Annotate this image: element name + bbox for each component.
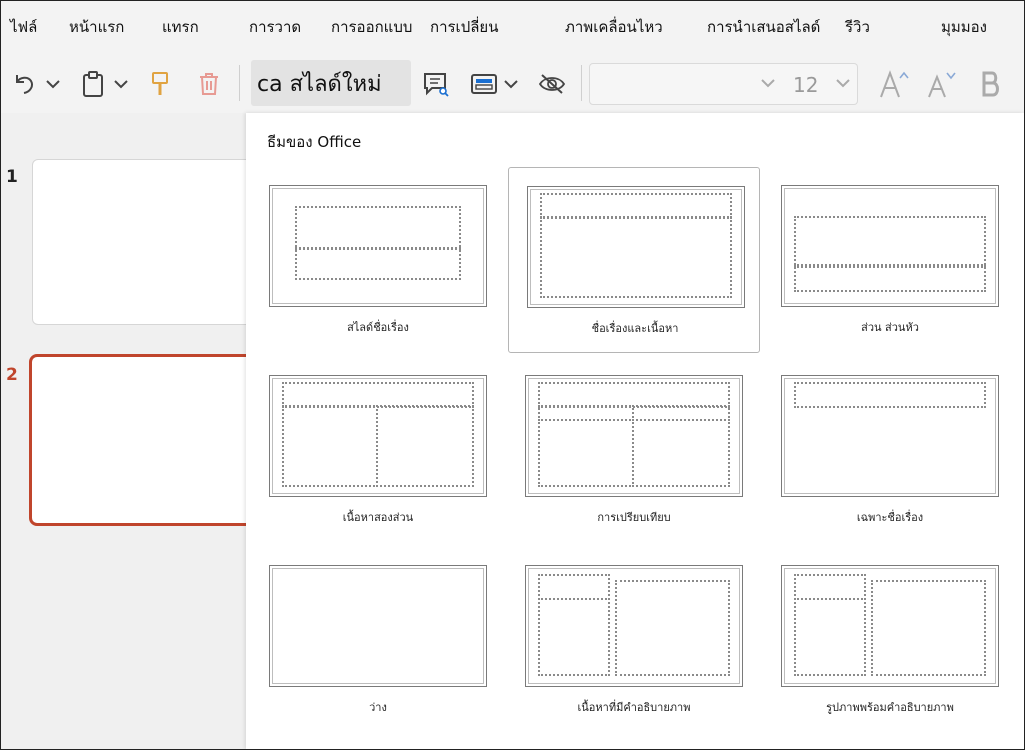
bold-icon [982, 71, 999, 97]
layout-blank[interactable]: ว่าง [269, 547, 522, 733]
increase-font-button[interactable] [877, 67, 911, 101]
toolbar-separator [581, 65, 582, 101]
layout-title-slide[interactable]: สไลด์ชื่อเรื่อง [269, 167, 522, 353]
layout-label: เนื้อหาสองส่วน [342, 511, 414, 524]
layout-gallery-dropdown: ธีมของ Office สไลด์ชื่อเรื่อง ชื่อเรื่อง… [246, 113, 1024, 749]
chevron-down-icon [761, 79, 775, 88]
layout-preview [781, 185, 999, 307]
increase-font-size-icon [880, 70, 909, 98]
trash-icon [200, 73, 218, 95]
undo-icon [16, 75, 34, 94]
format-painter-button[interactable] [147, 69, 173, 99]
placeholder-content-left [282, 405, 378, 487]
layout-label: การเปรียบเทียบ [597, 511, 671, 524]
layout-label: ส่วน ส่วนหัว [861, 321, 919, 334]
new-slide-label: ca สไลด์ใหม่ [257, 71, 382, 97]
layout-preview [269, 565, 487, 687]
menu-animations[interactable]: ภาพเคลื่อนไหว [565, 15, 663, 39]
paste-dropdown[interactable] [111, 73, 131, 95]
menu-slideshow[interactable]: การนำเสนอสไลด์ [707, 15, 820, 39]
layout-preview [269, 185, 487, 307]
placeholder-picture [871, 580, 986, 676]
format-painter-icon [152, 72, 168, 95]
hide-slide-button[interactable] [537, 69, 567, 99]
layout-button[interactable] [469, 69, 499, 99]
new-slide-button[interactable]: ca สไลด์ใหม่ [251, 60, 411, 106]
placeholder-title [295, 206, 461, 250]
slide-thumbnail-2[interactable] [29, 354, 267, 526]
layout-comparison[interactable]: การเปรียบเทียบ [525, 357, 778, 543]
layout-content-with-caption[interactable]: เนื้อหาที่มีคำอธิบายภาพ [525, 547, 778, 733]
layout-preview [781, 565, 999, 687]
menu-review[interactable]: รีวิว [845, 15, 870, 39]
decrease-font-size-icon [928, 72, 956, 98]
placeholder-title [794, 574, 866, 600]
layout-preview [781, 375, 999, 497]
chevron-down-icon [504, 80, 518, 89]
layout-label: ว่าง [369, 701, 387, 714]
slide-thumbnail-1[interactable] [32, 159, 264, 325]
comment-search-icon [424, 73, 449, 97]
menu-view[interactable]: มุมมอง [941, 15, 987, 39]
placeholder-text [794, 264, 986, 292]
chevron-down-icon [836, 79, 850, 88]
font-family-select[interactable] [589, 63, 783, 105]
undo-dropdown[interactable] [43, 73, 63, 95]
layout-label: ชื่อเรื่องและเนื้อหา [591, 322, 679, 335]
layout-preview [525, 375, 743, 497]
layout-picture-with-caption[interactable]: รูปภาพพร้อมคำอธิบายภาพ [781, 547, 1024, 733]
layout-title-only[interactable]: เฉพาะชื่อเรื่อง [781, 357, 1024, 543]
layout-section-header[interactable]: ส่วน ส่วนหัว [781, 167, 1024, 353]
font-size-select[interactable]: 12 [781, 63, 858, 105]
placeholder-caption [794, 598, 866, 676]
layout-title-and-content[interactable]: ชื่อเรื่องและเนื้อหา [508, 167, 760, 353]
chevron-down-icon [46, 80, 60, 89]
font-size-value: 12 [793, 73, 819, 97]
paste-button[interactable] [79, 69, 107, 99]
placeholder-content [540, 216, 732, 298]
layout-label: เฉพาะชื่อเรื่อง [856, 511, 924, 524]
undo-button[interactable] [9, 69, 39, 99]
menu-transitions[interactable]: การเปลี่ยน [430, 15, 498, 39]
menu-insert[interactable]: แทรก [162, 15, 199, 39]
placeholder-content-right [376, 405, 474, 487]
placeholder-title [794, 382, 986, 408]
menu-bar: ไฟล์ หน้าแรก แทรก การวาด การออกแบบ การเป… [1, 1, 1024, 49]
placeholder-content-right [632, 419, 730, 487]
ribbon-toolbar: ca สไลด์ใหม่ 12 [1, 53, 1024, 113]
layout-label: เนื้อหาที่มีคำอธิบายภาพ [577, 701, 691, 714]
powerpoint-window: ไฟล์ หน้าแรก แทรก การวาด การออกแบบ การเป… [0, 0, 1025, 750]
layout-preview [525, 565, 743, 687]
placeholder-title [794, 216, 986, 268]
placeholder-content [615, 580, 730, 676]
delete-button[interactable] [195, 69, 223, 99]
layout-label: รูปภาพพร้อมคำอธิบายภาพ [826, 701, 954, 714]
layout-preview [269, 375, 487, 497]
clipboard-icon [83, 71, 103, 97]
reuse-slides-button[interactable] [421, 69, 451, 99]
chevron-down-icon [114, 80, 128, 89]
slide-thumbnail-panel: 1 2 [1, 113, 267, 749]
slide-number-1: 1 [6, 167, 18, 187]
placeholder-subtitle [295, 247, 461, 280]
gallery-title: ธีมของ Office [267, 133, 362, 151]
menu-home[interactable]: หน้าแรก [69, 15, 124, 39]
menu-file[interactable]: ไฟล์ [10, 15, 37, 39]
placeholder-title [538, 574, 610, 600]
toolbar-separator [239, 65, 240, 101]
menu-design[interactable]: การออกแบบ [331, 15, 412, 39]
placeholder-content-left [538, 419, 634, 487]
layout-two-content[interactable]: เนื้อหาสองส่วน [269, 357, 522, 543]
bold-button[interactable] [977, 67, 1005, 101]
decrease-font-button[interactable] [925, 67, 959, 101]
placeholder-caption [538, 598, 610, 676]
eye-slash-icon [538, 74, 566, 94]
slide-number-2: 2 [6, 365, 18, 385]
menu-draw[interactable]: การวาด [249, 15, 301, 39]
layout-preview [527, 186, 745, 308]
layout-dropdown[interactable] [501, 73, 521, 95]
layout-label: สไลด์ชื่อเรื่อง [347, 321, 409, 334]
layout-icon [471, 74, 497, 94]
